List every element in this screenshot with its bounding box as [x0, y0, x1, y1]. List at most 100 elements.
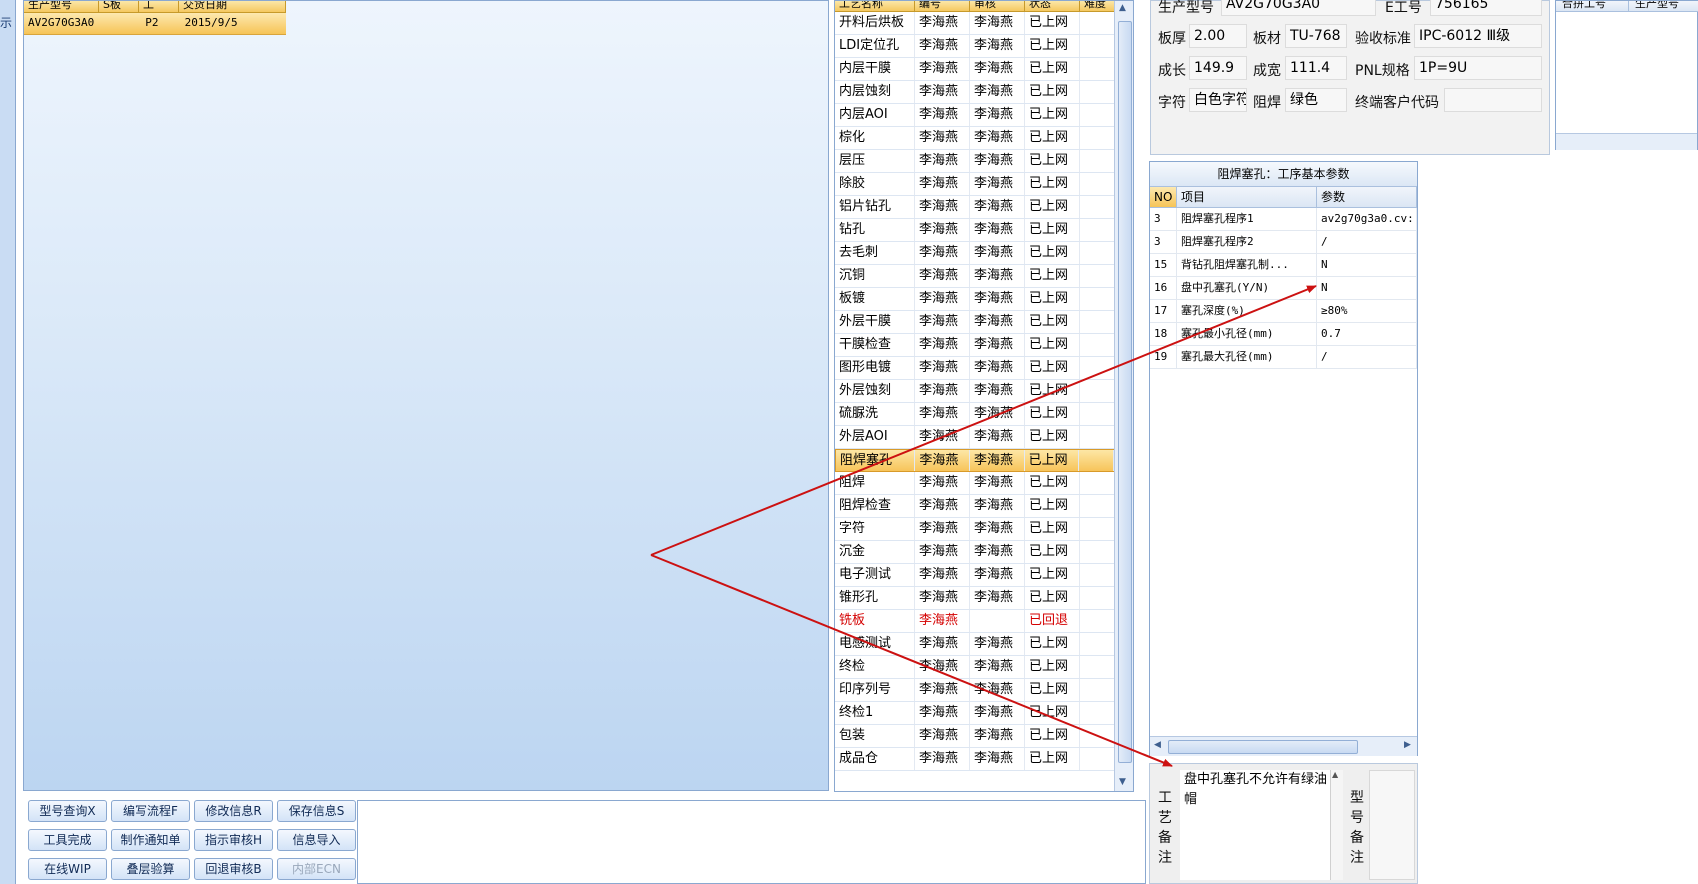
rollback-review-button[interactable]: 回退审核B: [194, 858, 273, 880]
message-area[interactable]: [357, 800, 1146, 884]
width-field[interactable]: 111.4: [1285, 56, 1347, 80]
process-row[interactable]: 铣板 李海燕 已回退: [835, 610, 1115, 633]
process-row[interactable]: 终检1 李海燕 李海燕 已上网: [835, 702, 1115, 725]
column-header-s-board[interactable]: S板: [99, 1, 139, 12]
process-row[interactable]: 去毛刺 李海燕 李海燕 已上网: [835, 242, 1115, 265]
model-field[interactable]: AV2G70G3A0: [1221, 0, 1376, 16]
thickness-field[interactable]: 2.00: [1189, 24, 1247, 48]
save-info-button[interactable]: 保存信息S: [277, 800, 356, 822]
pnl-field[interactable]: 1P=9U: [1414, 56, 1542, 80]
process-row[interactable]: 钻孔 李海燕 李海燕 已上网: [835, 219, 1115, 242]
scroll-thumb[interactable]: [1168, 740, 1358, 754]
process-row[interactable]: 阻焊 李海燕 李海燕 已上网: [835, 472, 1115, 495]
column-header-no[interactable]: NO: [1150, 187, 1177, 207]
process-row[interactable]: 锥形孔 李海燕 李海燕 已上网: [835, 587, 1115, 610]
scroll-right-icon[interactable]: ▶: [1404, 740, 1411, 750]
tool-complete-button[interactable]: 工具完成: [28, 829, 107, 851]
process-row[interactable]: 内层干膜 李海燕 李海燕 已上网: [835, 58, 1115, 81]
process-row[interactable]: 棕化 李海燕 李海燕 已上网: [835, 127, 1115, 150]
process-remark-textarea[interactable]: 盘中孔塞孔不允许有绿油帽: [1180, 770, 1330, 880]
parameter-row[interactable]: 17 塞孔深度(%) ≥80%: [1150, 300, 1417, 323]
stack-check-button[interactable]: 叠层验算: [111, 858, 190, 880]
column-header-stage[interactable]: 工: [139, 1, 179, 12]
process-row[interactable]: 铝片钻孔 李海燕 李海燕 已上网: [835, 196, 1115, 219]
process-row-selected[interactable]: 阻焊塞孔 李海燕 李海燕 已上网: [835, 449, 1115, 472]
length-field[interactable]: 149.9: [1189, 56, 1247, 80]
scroll-thumb[interactable]: [1118, 21, 1132, 763]
process-row[interactable]: 除胶 李海燕 李海燕 已上网: [835, 173, 1115, 196]
import-info-button[interactable]: 信息导入: [277, 829, 356, 851]
character-field[interactable]: 白色字符: [1189, 88, 1247, 112]
process-editor-cell: 李海燕: [915, 518, 970, 540]
parameter-row[interactable]: 16 盘中孔塞孔(Y/N) N: [1150, 277, 1417, 300]
column-header-status[interactable]: 状态: [1025, 1, 1080, 11]
process-row[interactable]: 电子测试 李海燕 李海燕 已上网: [835, 564, 1115, 587]
edit-flow-button[interactable]: 编写流程F: [111, 800, 190, 822]
model-query-button[interactable]: 型号查询X: [28, 800, 107, 822]
column-header-item[interactable]: 项目: [1177, 187, 1317, 207]
parameter-item-cell: 塞孔深度(%): [1177, 300, 1317, 322]
scroll-left-icon[interactable]: ◀: [1154, 740, 1161, 750]
parameter-row[interactable]: 3 阻焊塞孔程序1 av2g70g3a0.cv:: [1150, 208, 1417, 231]
internal-ecn-button[interactable]: 内部ECN: [277, 858, 356, 880]
column-header-parameter[interactable]: 参数: [1317, 187, 1417, 207]
model-remark-textarea[interactable]: [1369, 770, 1415, 880]
process-row[interactable]: 成品仓 李海燕 李海燕 已上网: [835, 748, 1115, 771]
parameter-row[interactable]: 19 塞孔最大孔径(mm) /: [1150, 346, 1417, 369]
process-row[interactable]: 硫脲洗 李海燕 李海燕 已上网: [835, 403, 1115, 426]
process-row[interactable]: 包装 李海燕 李海燕 已上网: [835, 725, 1115, 748]
product-info-panel: 生产型号 AV2G70G3A0 E工号 756165 板厚 2.00 板材 TU…: [1150, 0, 1550, 155]
process-difficulty-cell: [1080, 748, 1115, 770]
make-notice-button[interactable]: 制作通知单: [111, 829, 190, 851]
product-row-selected[interactable]: AV2G70G3A0 P2 2015/9/5: [24, 13, 286, 35]
process-row[interactable]: 外层AOI 李海燕 李海燕 已上网: [835, 426, 1115, 449]
solder-mask-field[interactable]: 绿色: [1285, 88, 1347, 112]
parameter-horizontal-scrollbar[interactable]: ◀ ▶: [1150, 736, 1417, 756]
process-row[interactable]: 开料后烘板 李海燕 李海燕 已上网: [835, 12, 1115, 35]
process-row[interactable]: 外层干膜 李海燕 李海燕 已上网: [835, 311, 1115, 334]
column-header-delivery-date[interactable]: 交货日期: [179, 1, 286, 12]
process-row[interactable]: 板镀 李海燕 李海燕 已上网: [835, 288, 1115, 311]
column-header-side-model[interactable]: 生产型号: [1629, 1, 1698, 11]
process-row[interactable]: 干膜检查 李海燕 李海燕 已上网: [835, 334, 1115, 357]
process-row[interactable]: 图形电镀 李海燕 李海燕 已上网: [835, 357, 1115, 380]
review-instruction-button[interactable]: 指示审核H: [194, 829, 273, 851]
scroll-up-icon[interactable]: ▲: [1119, 3, 1126, 13]
process-row[interactable]: 内层AOI 李海燕 李海燕 已上网: [835, 104, 1115, 127]
process-row[interactable]: 字符 李海燕 李海燕 已上网: [835, 518, 1115, 541]
process-difficulty-cell: [1080, 81, 1115, 103]
column-header-reviewer[interactable]: 审核: [970, 1, 1025, 11]
material-field[interactable]: TU-768: [1285, 24, 1347, 48]
process-editor-cell: 李海燕: [915, 311, 970, 333]
process-remark-scrollbar[interactable]: ▲: [1330, 770, 1343, 880]
standard-field[interactable]: IPC-6012 Ⅲ级: [1414, 24, 1542, 48]
process-row[interactable]: 终检 李海燕 李海燕 已上网: [835, 656, 1115, 679]
column-header-model[interactable]: 生产型号: [24, 1, 99, 12]
process-row[interactable]: 沉铜 李海燕 李海燕 已上网: [835, 265, 1115, 288]
parameter-row[interactable]: 18 塞孔最小孔径(mm) 0.7: [1150, 323, 1417, 346]
merge-grid-horizontal-scrollbar[interactable]: [1556, 133, 1697, 150]
customer-code-field[interactable]: [1444, 88, 1542, 112]
customer-code-label: 终端客户代码: [1355, 95, 1439, 111]
process-row[interactable]: LDI定位孔 李海燕 李海燕 已上网: [835, 35, 1115, 58]
remark-panel: 工艺备注 盘中孔塞孔不允许有绿油帽 ▲ 型号备注: [1149, 763, 1418, 884]
parameter-row[interactable]: 3 阻焊塞孔程序2/: [1150, 231, 1417, 254]
column-header-process-name[interactable]: 工艺名称: [835, 1, 915, 11]
column-header-editor[interactable]: 编号: [915, 1, 970, 11]
column-header-merge-job[interactable]: 合拼工号: [1556, 1, 1629, 11]
process-row[interactable]: 电感测试 李海燕 李海燕 已上网: [835, 633, 1115, 656]
process-vertical-scrollbar[interactable]: ▲ ▼: [1114, 1, 1133, 791]
process-row[interactable]: 层压 李海燕 李海燕 已上网: [835, 150, 1115, 173]
process-row[interactable]: 沉金 李海燕 李海燕 已上网: [835, 541, 1115, 564]
column-header-difficulty[interactable]: 难度: [1080, 1, 1115, 11]
parameter-row[interactable]: 15 背钻孔阻焊塞孔制... N: [1150, 254, 1417, 277]
process-row[interactable]: 内层蚀刻 李海燕 李海燕 已上网: [835, 81, 1115, 104]
process-row[interactable]: 外层蚀刻 李海燕 李海燕 已上网: [835, 380, 1115, 403]
online-wip-button[interactable]: 在线WIP: [28, 858, 107, 880]
scroll-up-icon[interactable]: ▲: [1332, 770, 1338, 779]
modify-info-button[interactable]: 修改信息R: [194, 800, 273, 822]
scroll-down-icon[interactable]: ▼: [1119, 777, 1126, 787]
process-row[interactable]: 阻焊检查 李海燕 李海燕 已上网: [835, 495, 1115, 518]
process-row[interactable]: 印序列号 李海燕 李海燕 已上网: [835, 679, 1115, 702]
eno-field[interactable]: 756165: [1430, 0, 1542, 16]
